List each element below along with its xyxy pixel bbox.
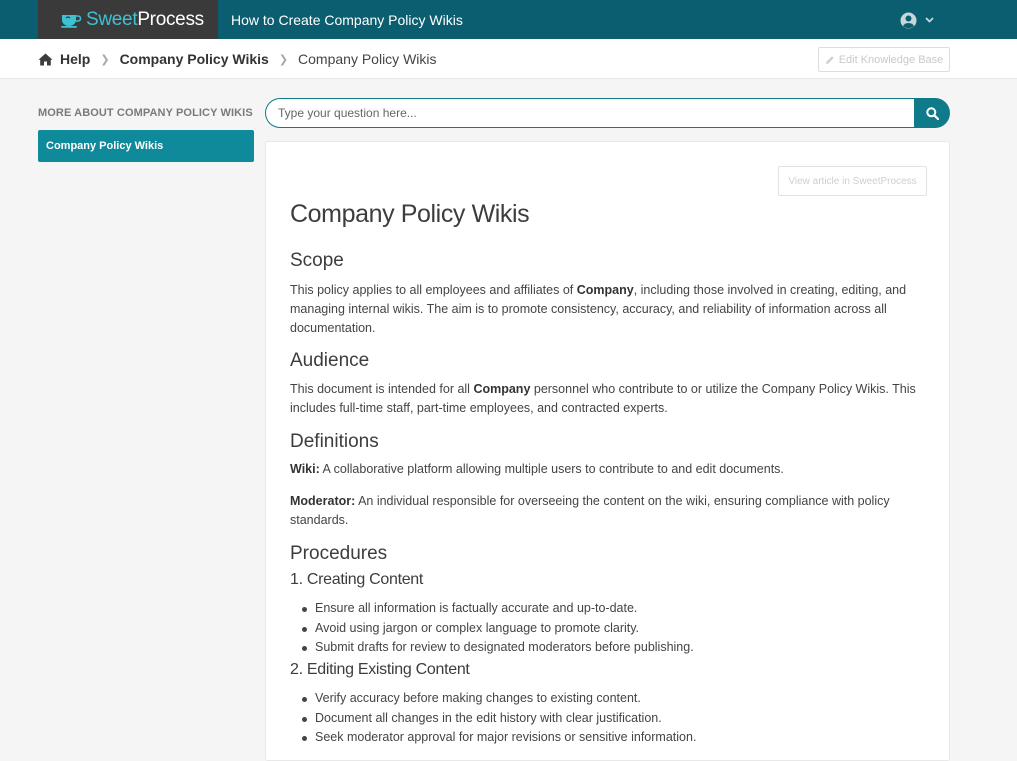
breadcrumb-current: Company Policy Wikis xyxy=(298,51,437,67)
sidebar-item-company-policy-wikis[interactable]: Company Policy Wikis xyxy=(38,130,254,162)
list-item: Submit drafts for review to designated m… xyxy=(302,638,922,658)
chevron-down-icon xyxy=(925,17,934,23)
definition-text: An individual responsible for overseeing… xyxy=(290,494,890,527)
top-navbar: SweetProcess How to Create Company Polic… xyxy=(0,0,1017,39)
breadcrumb-section[interactable]: Company Policy Wikis xyxy=(120,51,269,67)
view-article-button[interactable]: View article in SweetProcess xyxy=(778,166,927,196)
audience-heading: Audience xyxy=(290,350,370,371)
audience-text-part: This document is intended for all xyxy=(290,382,474,396)
pencil-icon xyxy=(825,55,834,64)
procedure-list: Ensure all information is factually accu… xyxy=(302,599,922,658)
scope-text-bold: Company xyxy=(576,283,634,297)
definition-text: A collaborative platform allowing multip… xyxy=(319,462,784,476)
edit-knowledge-base-button[interactable]: Edit Knowledge Base xyxy=(818,47,950,72)
procedure-list: Verify accuracy before making changes to… xyxy=(302,689,922,748)
list-item: Avoid using jargon or complex language t… xyxy=(302,619,922,639)
teacup-icon xyxy=(61,14,82,28)
breadcrumb-bar: Help ❯ Company Policy Wikis ❯ Company Po… xyxy=(0,39,1017,79)
scope-heading: Scope xyxy=(290,250,344,271)
search-input[interactable] xyxy=(265,98,914,128)
audience-text: This document is intended for all Compan… xyxy=(290,380,930,418)
list-item: Verify accuracy before making changes to… xyxy=(302,689,922,709)
definition-item: Wiki: A collaborative platform allowing … xyxy=(290,460,930,479)
definition-term: Wiki: xyxy=(290,462,320,476)
home-icon[interactable] xyxy=(38,53,53,66)
logo-text-sweet: Sweet xyxy=(86,9,138,30)
edit-knowledge-base-label: Edit Knowledge Base xyxy=(838,53,944,66)
search-icon xyxy=(925,106,939,120)
user-menu-button[interactable] xyxy=(900,10,934,30)
definition-item: Moderator: An individual responsible for… xyxy=(290,492,930,530)
procedure-section-title: 2. Editing Existing Content xyxy=(290,661,470,678)
sidebar-heading: MORE ABOUT COMPANY POLICY WIKIS xyxy=(38,107,253,119)
list-item: Seek moderator approval for major revisi… xyxy=(302,728,922,748)
audience-text-bold: Company xyxy=(473,382,531,396)
search-bar xyxy=(265,98,950,128)
procedures-heading: Procedures xyxy=(290,543,388,564)
logo-text: SweetProcess xyxy=(86,10,204,29)
chevron-right-icon: ❯ xyxy=(100,53,110,66)
sweetprocess-logo[interactable]: SweetProcess xyxy=(38,0,218,39)
user-circle-icon xyxy=(900,12,917,28)
definitions-heading: Definitions xyxy=(290,431,379,452)
breadcrumb-help[interactable]: Help xyxy=(60,51,90,67)
list-item: Ensure all information is factually accu… xyxy=(302,599,922,619)
scope-text: This policy applies to all employees and… xyxy=(290,281,930,338)
page-title: How to Create Company Policy Wikis xyxy=(231,11,463,28)
article-card: View article in SweetProcess Company Pol… xyxy=(265,141,950,761)
list-item: Document all changes in the edit history… xyxy=(302,709,922,729)
procedure-section-title: 1. Creating Content xyxy=(290,571,424,588)
logo-text-process: Process xyxy=(137,9,204,30)
search-button[interactable] xyxy=(914,98,950,128)
breadcrumb: Help ❯ Company Policy Wikis ❯ Company Po… xyxy=(38,39,437,79)
chevron-right-icon: ❯ xyxy=(278,53,289,66)
article-title: Company Policy Wikis xyxy=(290,200,530,228)
definition-term: Moderator: xyxy=(290,494,356,508)
scope-text-part: This policy applies to all employees and… xyxy=(290,283,577,297)
